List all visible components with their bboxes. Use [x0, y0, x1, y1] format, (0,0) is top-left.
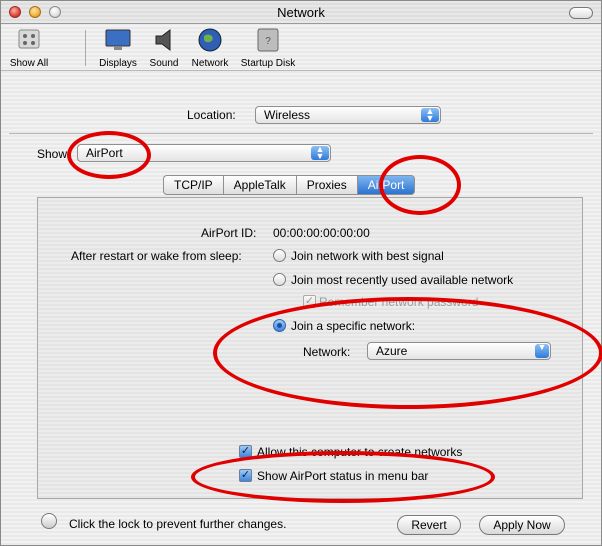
apply-now-button[interactable]: Apply Now — [479, 515, 565, 535]
radio-specific-network[interactable] — [273, 319, 286, 332]
show-status-label: Show AirPort status in menu bar — [257, 469, 429, 483]
radio-best-signal[interactable] — [273, 249, 286, 262]
toolbar-network[interactable]: Network — [187, 28, 233, 69]
lock-text: Click the lock to prevent further change… — [69, 517, 287, 531]
tab-proxies[interactable]: Proxies — [295, 175, 357, 195]
divider — [9, 133, 593, 134]
remember-password-checkbox[interactable]: ✓ — [303, 295, 316, 308]
radio-best-signal-label: Join network with best signal — [291, 249, 444, 263]
toolbar-toggle-icon[interactable] — [569, 7, 593, 19]
lock-icon[interactable] — [41, 513, 57, 529]
location-value: Wireless — [264, 108, 311, 122]
toolbar-label: Show All — [9, 58, 49, 69]
location-popup[interactable]: Wireless ▲ ▼ — [255, 106, 441, 124]
globe-icon — [198, 28, 222, 52]
title-bar[interactable]: Network — [1, 1, 601, 24]
toolbar-startup-disk[interactable]: ? Startup Disk — [237, 28, 299, 69]
disk-icon: ? — [257, 28, 279, 52]
popup-arrow-icon: ▼ — [535, 343, 549, 358]
toolbar-show-all[interactable]: Show All — [7, 28, 51, 69]
show-status-checkbox[interactable]: ✓ — [239, 469, 252, 482]
network-value: Azure — [376, 344, 408, 358]
window-title: Network — [277, 5, 325, 20]
toolbar-label: Displays — [99, 58, 137, 69]
allow-create-networks-label: Allow this computer to create networks — [257, 445, 463, 459]
speaker-icon — [155, 29, 171, 51]
toolbar-displays[interactable]: Displays — [95, 28, 141, 69]
display-icon — [105, 29, 131, 50]
popup-arrows-icon: ▲ ▼ — [421, 107, 439, 123]
allow-create-networks-checkbox[interactable]: ✓ — [239, 445, 252, 458]
popup-arrows-icon: ▲ ▼ — [311, 145, 329, 161]
show-popup[interactable]: AirPort ▲ ▼ — [77, 144, 331, 162]
svg-text:?: ? — [265, 36, 271, 47]
show-label: Show — [37, 147, 68, 161]
tab-airport[interactable]: AirPort — [356, 175, 416, 195]
toolbar-label: Sound — [149, 58, 179, 69]
location-label: Location: — [187, 108, 236, 122]
remember-password-label: Remember network password — [319, 295, 479, 309]
network-popup[interactable]: Azure ▼ — [367, 342, 551, 360]
radio-recent-network-label: Join most recently used available networ… — [291, 273, 514, 287]
radio-recent-network[interactable] — [273, 273, 286, 286]
apple-grid-icon — [18, 29, 40, 49]
toolbar: Show All Displays Sound Network ? Startu… — [1, 24, 601, 71]
tab-tcpip[interactable]: TCP/IP — [163, 175, 223, 195]
tab-appletalk[interactable]: AppleTalk — [222, 175, 296, 195]
toolbar-separator — [85, 30, 86, 66]
airport-id-label: AirPort ID: — [201, 226, 257, 240]
restart-label: After restart or wake from sleep: — [71, 249, 242, 263]
network-label: Network: — [303, 345, 351, 359]
radio-specific-network-label: Join a specific network: — [291, 319, 416, 333]
toolbar-label: Startup Disk — [240, 58, 296, 69]
toolbar-label: Network — [191, 58, 229, 69]
revert-button[interactable]: Revert — [397, 515, 461, 535]
toolbar-sound[interactable]: Sound — [145, 28, 183, 69]
show-value: AirPort — [86, 146, 123, 160]
airport-id-value: 00:00:00:00:00:00 — [273, 226, 370, 240]
network-preferences-window: Network Show All Displays Sound Network … — [0, 0, 602, 546]
tab-bar: TCP/IP AppleTalk Proxies AirPort — [163, 175, 416, 197]
